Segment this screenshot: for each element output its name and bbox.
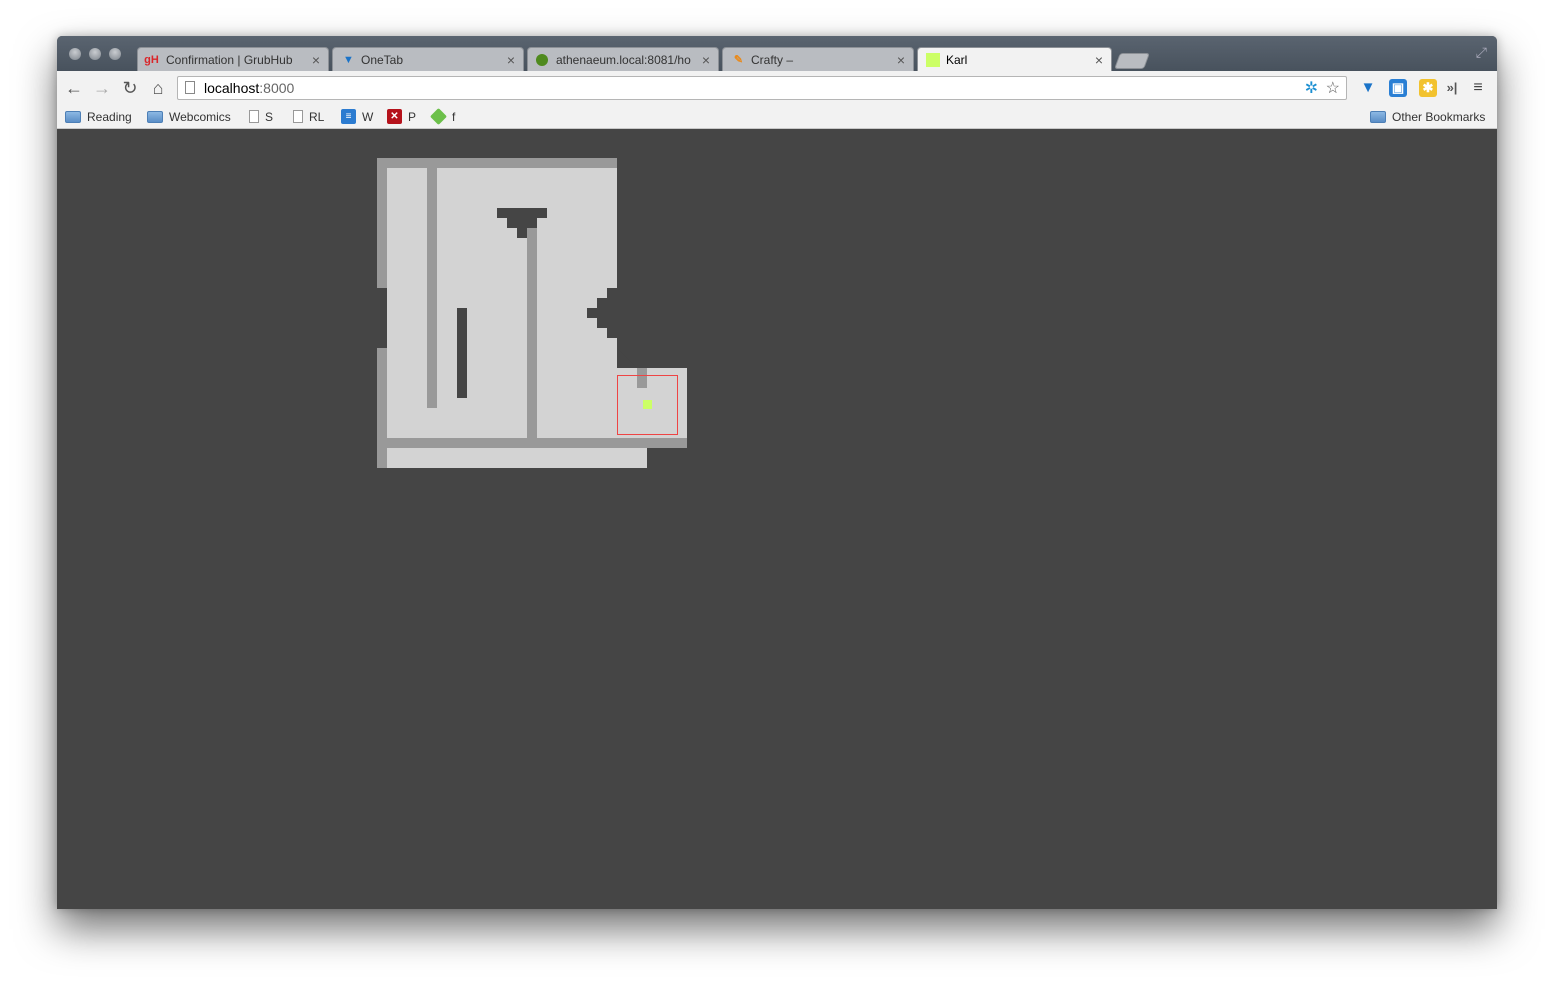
address-url: localhost:8000 [204,77,294,99]
wall-tile [377,158,617,168]
bookmark-webcomics[interactable]: Webcomics [147,109,231,125]
void-tile [647,448,687,468]
onetab-extension-icon[interactable]: ▼ [1359,79,1377,97]
window-extension-icon[interactable]: ▣ [1389,79,1407,97]
wall-tile [377,348,387,468]
bookmark-w[interactable]: ≡ W [341,109,373,125]
bookmark-f[interactable]: f [430,108,456,125]
folder-icon [1370,111,1386,123]
bookmark-label: Other Bookmarks [1392,110,1486,124]
void-tile [617,288,687,308]
zoom-window-button[interactable] [109,48,121,60]
pin-bookmark-icon: ✕ [387,109,402,124]
tab-close-icon[interactable]: × [702,48,710,72]
extensions-overflow-icon[interactable]: »| [1443,79,1461,97]
forward-arrow-icon[interactable]: → [91,77,113,99]
bookmarks-bar: Reading Webcomics S RL ≡ W ✕ P f Other Boo… [57,105,1497,129]
tab-close-icon[interactable]: × [507,48,515,72]
tab-label: Confirmation | GrubHub [166,53,293,67]
home-icon[interactable]: ⌂ [147,77,169,99]
bookmark-other[interactable]: Other Bookmarks [1370,109,1485,125]
bookmark-label: Reading [87,110,132,124]
wall-tile [377,438,687,448]
folder-icon [65,111,81,123]
onetab-icon: ▼ [343,54,354,66]
bookmark-label: f [452,110,456,124]
fullscreen-icon[interactable]: ⤢ [1476,44,1487,61]
tab-label: athenaeum.local:8081/ho [556,53,691,67]
tab-close-icon[interactable]: × [312,48,320,72]
tab-grubhub[interactable]: gH Confirmation | GrubHub × [137,47,329,72]
toolbar: ← → ↻ ⌂ localhost:8000 ✲ ☆ ▼ ▣ ✱ »| ≡ [57,71,1497,105]
wall-tile [427,168,437,408]
pit-tile [457,308,467,398]
tab-karl[interactable]: Karl × [917,47,1112,72]
reload-icon[interactable]: ↻ [119,77,141,99]
tab-label: OneTab [361,53,404,67]
address-bar[interactable]: localhost:8000 ✲ ☆ [177,76,1347,100]
address-port: :8000 [259,80,295,96]
sticky-extension-icon[interactable]: ✱ [1419,79,1437,97]
player-character [643,400,652,409]
bookmark-p[interactable]: ✕ P [387,109,416,125]
bookmark-s[interactable]: S [249,109,273,125]
extension-satellite-icon[interactable]: ✲ [1305,79,1318,99]
feedly-icon [430,108,447,125]
page-icon [185,81,195,94]
minimize-window-button[interactable] [89,48,101,60]
tab-label: Crafty – [751,53,794,67]
tab-close-icon[interactable]: × [1095,48,1103,72]
bookmark-star-icon[interactable]: ☆ [1326,79,1340,99]
crafty-icon: ✎ [733,54,744,66]
floor-area [387,448,647,468]
bookmark-reading[interactable]: Reading [65,109,132,125]
pit-tile [517,228,527,238]
void-tile [597,298,617,308]
tab-close-icon[interactable]: × [897,48,905,72]
wall-tile [527,228,537,438]
bookmark-label: P [408,110,417,124]
tab-onetab[interactable]: ▼ OneTab × [332,47,524,72]
void-tile [597,318,617,328]
void-tile [617,308,687,338]
bookmark-label: Webcomics [169,110,231,124]
w-bookmark-icon: ≡ [341,109,356,124]
bookmark-label: W [362,110,374,124]
void-tile [607,328,617,338]
tab-label: Karl [946,53,968,67]
browser-window: gH Confirmation | GrubHub × ▼ OneTab × a… [57,36,1497,909]
page-icon [249,110,259,123]
folder-icon [147,111,163,123]
new-tab-button[interactable] [1114,53,1150,69]
bookmark-label: S [265,110,274,124]
page-icon [293,110,303,123]
athenaeum-icon [536,54,548,66]
back-arrow-icon[interactable]: ← [63,77,85,99]
pit-tile [507,218,537,228]
void-tile [617,338,627,348]
tab-athenaeum[interactable]: athenaeum.local:8081/ho × [527,47,719,72]
karl-square-icon [926,53,940,67]
game-map [57,129,1497,909]
tab-strip: gH Confirmation | GrubHub × ▼ OneTab × a… [57,36,1497,72]
close-window-button[interactable] [69,48,81,60]
bookmark-label: RL [309,110,325,124]
tab-crafty[interactable]: ✎ Crafty – × [722,47,914,72]
address-host: localhost [204,80,260,96]
bookmark-rl[interactable]: RL [293,109,324,125]
menu-icon[interactable]: ≡ [1469,79,1487,97]
void-tile [587,308,617,318]
wall-tile [377,168,387,288]
page-content [57,129,1497,909]
grubhub-icon: gH [144,54,159,66]
pit-tile [497,208,547,218]
void-tile [607,288,617,298]
